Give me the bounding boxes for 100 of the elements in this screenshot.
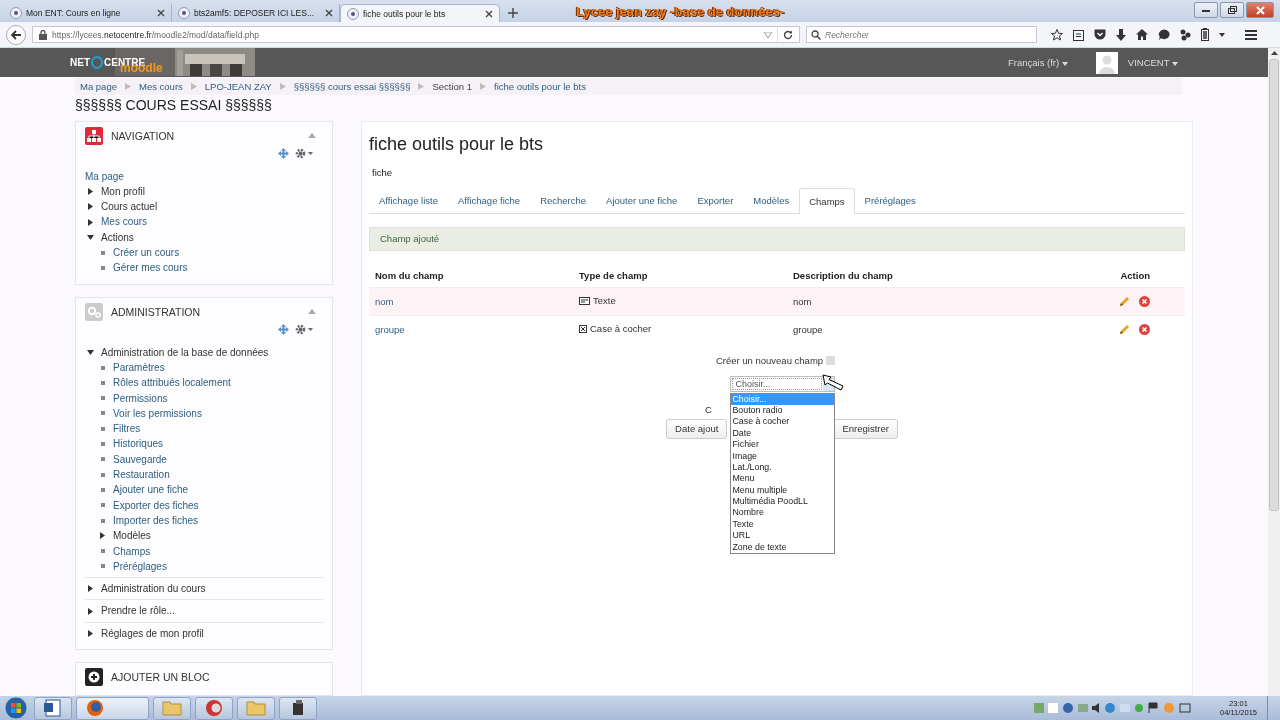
settings-icon[interactable]	[295, 147, 313, 159]
nav-link[interactable]: Paramètres	[113, 359, 165, 376]
tab[interactable]: Champs	[799, 187, 855, 214]
tab[interactable]: Modèles	[743, 187, 800, 213]
close-icon[interactable]	[325, 9, 333, 17]
breadcrumb-item[interactable]: LPO-JEAN ZAY	[204, 80, 272, 92]
browser-tab[interactable]: fiche outils pour le bts	[340, 4, 500, 22]
tab[interactable]: Préréglages	[854, 187, 926, 213]
expanded-arrow-icon[interactable]	[87, 233, 94, 241]
breadcrumb-item[interactable]: Mes cours	[139, 80, 183, 92]
field-name-link[interactable]: nom	[375, 295, 394, 307]
address-bar[interactable]: https://lycees.netocentre.fr/moodle2/mod/data/field.php	[32, 26, 800, 43]
collapsed-arrow-icon[interactable]	[87, 607, 94, 615]
tree-node[interactable]: Administration de la base de données	[101, 344, 269, 360]
scroll-up-icon[interactable]	[1270, 51, 1278, 55]
nav-link[interactable]: Voir les permissions	[113, 405, 202, 422]
dropdown-option[interactable]: Multimédia PoodLL	[730, 496, 834, 508]
bookmark-star-icon[interactable]	[1051, 28, 1063, 41]
minimize-button[interactable]	[1194, 2, 1218, 18]
search-field[interactable]: Rechercher	[806, 26, 1037, 43]
dropdown-option[interactable]: Lat./Long.	[730, 461, 834, 474]
battery-icon[interactable]	[1201, 28, 1209, 41]
tree-node[interactable]: Cours actuel	[101, 199, 158, 215]
nav-link[interactable]: Restauration	[113, 467, 170, 483]
collapsed-arrow-icon[interactable]	[87, 203, 94, 211]
nav-link[interactable]: Champs	[113, 543, 151, 559]
dropdown-option[interactable]: Fichier	[730, 439, 834, 451]
tab[interactable]: Ajouter une fiche	[596, 187, 688, 213]
nav-link[interactable]: Gérer mes cours	[113, 260, 188, 276]
breadcrumb-item[interactable]: §§§§§§ cours essai §§§§§§	[293, 80, 411, 92]
tree-node[interactable]: Administration du cours	[101, 581, 206, 597]
collapsed-arrow-icon[interactable]	[87, 629, 94, 637]
dropdown-option[interactable]: Menu multiple	[730, 484, 834, 497]
tab[interactable]: Affichage liste	[369, 187, 448, 213]
dropdown-option[interactable]: Bouton radio	[730, 404, 834, 417]
dropdown-icon[interactable]	[764, 31, 772, 38]
move-icon[interactable]	[278, 323, 289, 335]
close-icon[interactable]	[485, 9, 493, 18]
clipboard-icon[interactable]	[1073, 28, 1084, 41]
nav-link[interactable]: Exporter des fiches	[113, 497, 199, 513]
browser-app-icon[interactable]	[76, 696, 149, 720]
caret-icon[interactable]	[1219, 32, 1225, 37]
nav-link[interactable]: Ma page	[85, 168, 124, 184]
tree-node[interactable]: Mes cours	[101, 214, 148, 230]
nav-link[interactable]: Ajouter une fiche	[113, 482, 189, 498]
delete-icon[interactable]	[1139, 296, 1150, 308]
collapsed-arrow-icon[interactable]	[87, 218, 94, 226]
chat-icon[interactable]	[1158, 28, 1170, 41]
download-icon[interactable]	[1116, 28, 1126, 41]
window-close-button[interactable]	[1246, 2, 1274, 18]
tree-node[interactable]: Modèles	[113, 528, 151, 544]
cleaner-app-icon[interactable]	[195, 696, 233, 720]
form-button[interactable]: Enregistrer	[833, 418, 898, 439]
tab[interactable]: Recherche	[530, 187, 597, 213]
expanded-arrow-icon[interactable]	[87, 348, 94, 356]
breadcrumb-item[interactable]: Ma page	[80, 80, 117, 92]
tree-node[interactable]: Prendre le rôle...	[101, 603, 175, 619]
maximize-button[interactable]	[1220, 2, 1244, 18]
nav-link[interactable]: Rôles attribués localement	[113, 375, 231, 391]
dropdown-option[interactable]: Nombre	[730, 507, 834, 519]
dropdown-option[interactable]: Menu	[730, 473, 834, 485]
nav-link[interactable]: Sauvegarde	[113, 451, 167, 468]
tree-node[interactable]: Actions	[101, 229, 134, 246]
user-menu[interactable]: VINCENT	[1127, 57, 1178, 68]
start-button[interactable]	[2, 696, 30, 720]
move-icon[interactable]	[278, 147, 289, 159]
nav-link[interactable]: Filtres	[113, 421, 141, 437]
document-app-icon[interactable]	[34, 696, 72, 720]
collapsed-arrow-icon[interactable]	[87, 585, 94, 593]
pocket-icon[interactable]	[1094, 29, 1106, 40]
nav-link[interactable]: Créer un cours	[113, 245, 180, 261]
dropdown-option[interactable]: Date	[730, 427, 834, 440]
field-name-link[interactable]: groupe	[375, 323, 405, 335]
nav-link[interactable]: Préréglages	[113, 558, 167, 575]
dropdown-option[interactable]: Case à cocher	[730, 416, 834, 428]
delete-icon[interactable]	[1139, 324, 1150, 336]
avatar-icon[interactable]	[1095, 51, 1118, 74]
menu-icon[interactable]	[1245, 29, 1257, 40]
camera-icon[interactable]	[279, 696, 317, 720]
dropdown-option[interactable]: Texte	[730, 518, 834, 531]
tree-node[interactable]: Mon profil	[101, 183, 145, 200]
home-icon[interactable]	[1136, 29, 1148, 40]
close-icon[interactable]	[157, 9, 165, 17]
tree-node[interactable]: Réglages de mon profil	[101, 625, 204, 641]
form-button[interactable]: Date ajout	[666, 418, 728, 439]
collapsed-arrow-icon[interactable]	[87, 188, 94, 195]
language-menu[interactable]: Français (fr)	[1008, 57, 1068, 68]
nav-link[interactable]: Historiques	[113, 436, 164, 452]
new-tab-icon[interactable]	[508, 8, 518, 18]
dropdown-option[interactable]: URL	[730, 530, 834, 542]
nav-link[interactable]: Importer des fiches	[113, 512, 199, 529]
settings-icon[interactable]	[295, 323, 313, 335]
edit-icon[interactable]	[1119, 296, 1131, 308]
tab[interactable]: Affichage fiche	[448, 187, 531, 213]
dropdown-option[interactable]: Zone de texte	[730, 541, 834, 554]
nav-link[interactable]: Permissions	[113, 390, 168, 406]
breadcrumb-item[interactable]: fiche outils pour le bts	[494, 80, 586, 92]
reload-icon[interactable]	[783, 29, 793, 40]
edit-icon[interactable]	[1119, 324, 1131, 336]
tab[interactable]: Exporter	[687, 187, 744, 213]
